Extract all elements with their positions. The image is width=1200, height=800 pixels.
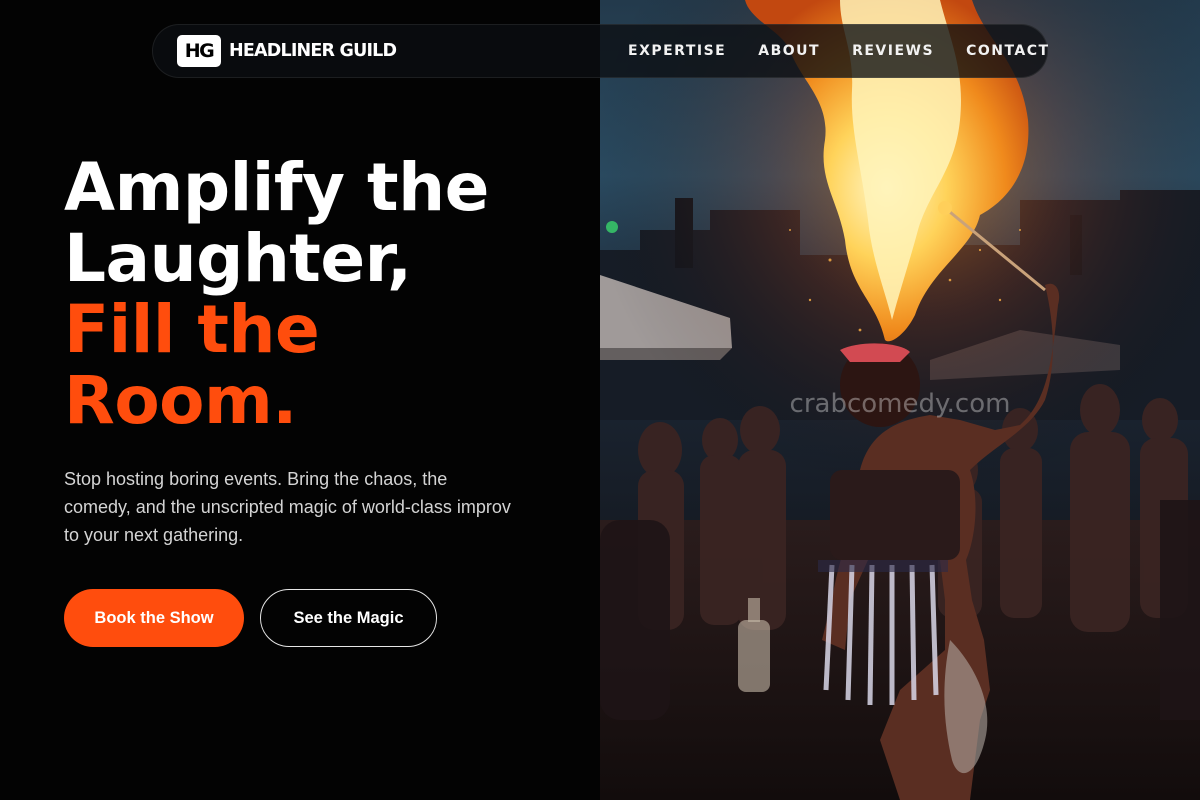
logo-mark-icon: HG <box>177 35 221 67</box>
headline-line: Laughter, <box>64 220 412 297</box>
nav-links: EXPERTISE ABOUT REVIEWS CONTACT <box>628 25 1050 77</box>
hero-tagline: Stop hosting boring events. Bring the ch… <box>64 469 511 545</box>
nav-link-about[interactable]: ABOUT <box>758 43 820 59</box>
headline-accent-line: Fill the <box>64 291 320 368</box>
headline-line: Amplify the <box>64 149 489 226</box>
hero-headline: Amplify the Laughter, Fill the Room. <box>64 152 594 436</box>
watermark-text: crabcomedy.com <box>790 389 1011 419</box>
brand-logo[interactable]: HG HEADLINER GUILD <box>177 35 397 67</box>
nav-link-expertise[interactable]: EXPERTISE <box>628 43 726 59</box>
fire-breather-photo: crabcomedy.com <box>600 0 1200 800</box>
top-navbar: HG HEADLINER GUILD EXPERTISE ABOUT REVIE… <box>152 24 1048 78</box>
see-magic-button[interactable]: See the Magic <box>260 589 437 647</box>
nav-link-reviews[interactable]: REVIEWS <box>852 43 934 59</box>
brand-name: HEADLINER GUILD <box>229 41 397 61</box>
hero-photo: crabcomedy.com <box>600 0 1200 800</box>
headline-accent-line: Room. <box>64 362 297 439</box>
book-show-button[interactable]: Book the Show <box>64 589 244 647</box>
hero-left-panel: Amplify the Laughter, Fill the Room. Sto… <box>0 0 600 800</box>
nav-link-contact[interactable]: CONTACT <box>966 43 1050 59</box>
